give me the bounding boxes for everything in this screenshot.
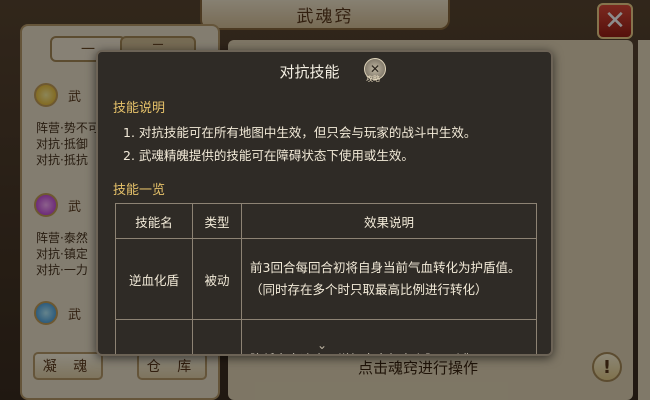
- skill-name-cell: 逆血化盾: [115, 238, 193, 320]
- skill-table: 技能名 类型 效果说明 逆血化盾 被动 前3回合每回合初将自身当前气血转化为护盾…: [115, 203, 537, 354]
- table-row: 逆血化盾 被动 前3回合每回合初将自身当前气血转化为护盾值。（同时存在多个时只取…: [115, 238, 537, 320]
- skill-desc-cell: 降低自身速度，增加自身气血上限、防御: [241, 319, 537, 354]
- column-header: 技能名: [115, 203, 193, 239]
- modal-title: 对抗技能: [98, 61, 551, 82]
- skill-name-cell: 岿然不动: [115, 319, 193, 354]
- scroll-down-icon[interactable]: ⌄: [317, 338, 327, 352]
- note-line: 1. 对抗技能可在所有地图中生效，但只会与玩家的战斗中生效。: [123, 125, 477, 140]
- column-header: 类型: [192, 203, 242, 239]
- section-description-heading: 技能说明: [113, 101, 166, 116]
- modal-title-text: 对抗技能: [279, 63, 340, 81]
- skill-type-cell: 被动: [192, 238, 242, 320]
- note-line: 2. 武魂精魄提供的技能可在障碍状态下使用或生效。: [123, 148, 414, 163]
- counter-skill-modal: 对抗技能 ✕ 攻略 技能说明 1. 对抗技能可在所有地图中生效，但只会与玩家的战…: [96, 50, 553, 356]
- guide-label: 攻略: [366, 75, 380, 83]
- skill-desc-cell: 前3回合每回合初将自身当前气血转化为护盾值。（同时存在多个时只取最高比例进行转化…: [241, 238, 537, 320]
- skill-type-cell: 被动: [192, 319, 242, 354]
- column-header: 效果说明: [241, 203, 537, 239]
- table-header-row: 技能名 类型 效果说明: [115, 203, 537, 239]
- section-list-heading: 技能一览: [113, 183, 166, 198]
